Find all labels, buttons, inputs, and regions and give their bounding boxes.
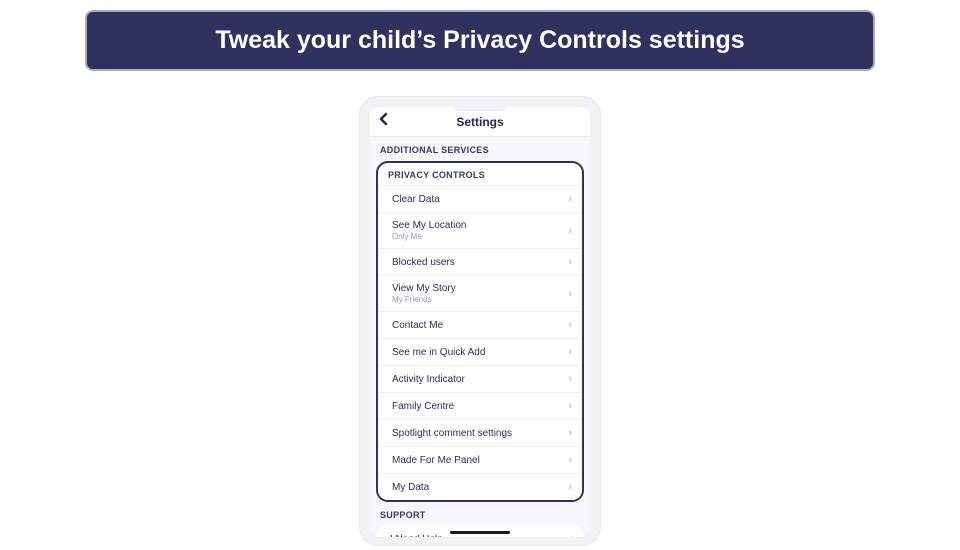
- row-label: I Need Help: [390, 534, 443, 538]
- banner-text: Tweak your child’s Privacy Controls sett…: [215, 26, 744, 54]
- chevron-right-icon: ›: [568, 427, 572, 439]
- chevron-right-icon: ›: [568, 454, 572, 466]
- chevron-right-icon: ›: [568, 193, 572, 205]
- row-view-my-story[interactable]: View My Story My Friends ›: [378, 275, 582, 311]
- row-label: See me in Quick Add: [392, 347, 485, 358]
- section-label-additional: ADDITIONAL SERVICES: [370, 137, 590, 161]
- back-button[interactable]: [378, 112, 390, 131]
- section-label-privacy: PRIVACY CONTROLS: [378, 163, 582, 185]
- chevron-right-icon: ›: [568, 481, 572, 493]
- row-label: View My Story: [392, 283, 456, 294]
- row-blocked-users[interactable]: Blocked users ›: [378, 248, 582, 275]
- row-my-data[interactable]: My Data ›: [378, 473, 582, 500]
- chevron-right-icon: ›: [570, 533, 574, 537]
- phone-notch: [451, 101, 509, 111]
- chevron-right-icon: ›: [568, 373, 572, 385]
- row-label: Clear Data: [392, 194, 440, 205]
- row-label: Activity Indicator: [392, 374, 465, 385]
- row-label: See My Location: [392, 220, 467, 231]
- row-sub: My Friends: [392, 295, 456, 304]
- phone-device-frame: Settings ADDITIONAL SERVICES PRIVACY CON…: [360, 97, 600, 545]
- row-label: Contact Me: [392, 320, 443, 331]
- section-label-support: SUPPORT: [370, 502, 590, 526]
- row-label: Made For Me Panel: [392, 455, 480, 466]
- chevron-right-icon: ›: [568, 288, 572, 300]
- row-quick-add[interactable]: See me in Quick Add ›: [378, 338, 582, 365]
- chevron-right-icon: ›: [568, 400, 572, 412]
- row-activity-indicator[interactable]: Activity Indicator ›: [378, 365, 582, 392]
- privacy-controls-section: PRIVACY CONTROLS Clear Data › See My Loc…: [376, 161, 584, 502]
- home-indicator[interactable]: [450, 531, 510, 534]
- row-label: My Data: [392, 482, 429, 493]
- row-made-for-me[interactable]: Made For Me Panel ›: [378, 446, 582, 473]
- chevron-left-icon: [378, 112, 390, 126]
- row-label: Spotlight comment settings: [392, 428, 512, 439]
- row-sub: Only Me: [392, 232, 467, 241]
- chevron-right-icon: ›: [568, 256, 572, 268]
- chevron-right-icon: ›: [568, 319, 572, 331]
- row-see-my-location[interactable]: See My Location Only Me ›: [378, 212, 582, 248]
- phone-screen: Settings ADDITIONAL SERVICES PRIVACY CON…: [370, 107, 590, 537]
- row-clear-data[interactable]: Clear Data ›: [378, 185, 582, 212]
- row-family-centre[interactable]: Family Centre ›: [378, 392, 582, 419]
- chevron-right-icon: ›: [568, 346, 572, 358]
- instruction-banner: Tweak your child’s Privacy Controls sett…: [85, 10, 875, 71]
- chevron-right-icon: ›: [568, 225, 572, 237]
- row-label: Family Centre: [392, 401, 454, 412]
- row-label: Blocked users: [392, 257, 455, 268]
- settings-header: Settings: [370, 107, 590, 137]
- page-title: Settings: [370, 115, 590, 129]
- row-contact-me[interactable]: Contact Me ›: [378, 311, 582, 338]
- row-spotlight-comment[interactable]: Spotlight comment settings ›: [378, 419, 582, 446]
